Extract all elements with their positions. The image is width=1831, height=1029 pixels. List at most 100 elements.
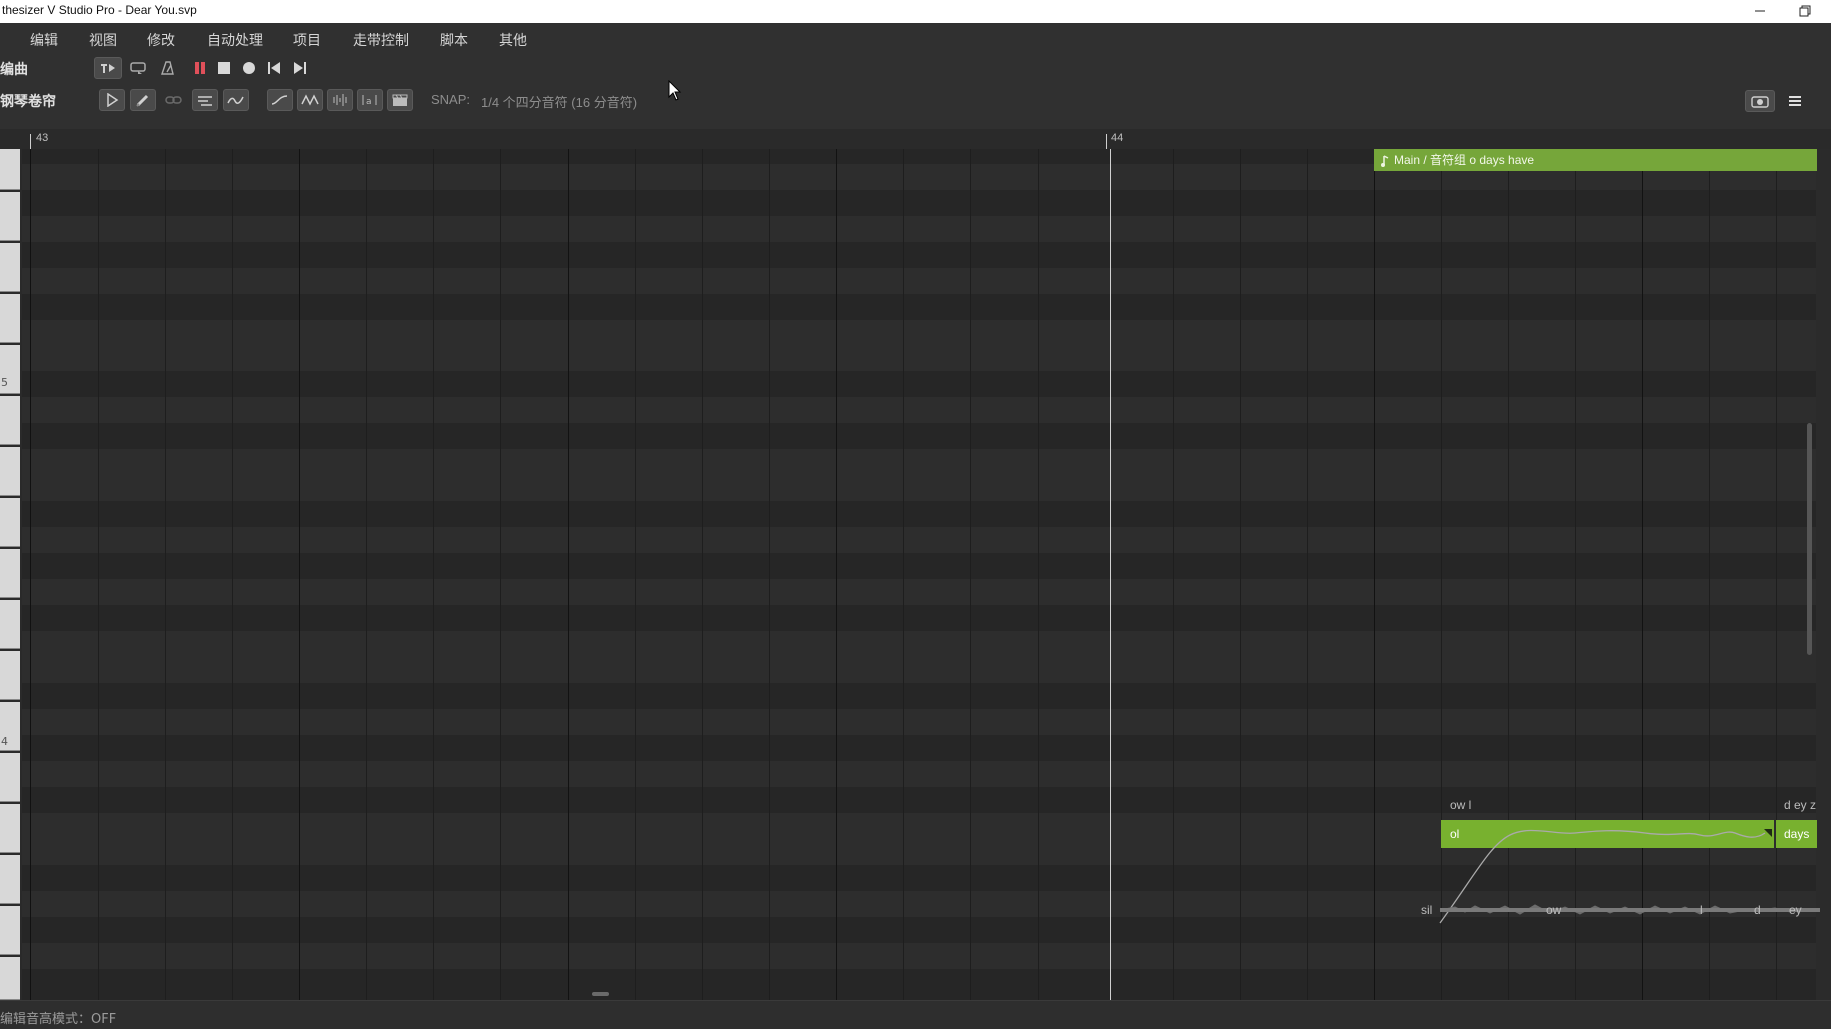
- hamburger-menu-icon[interactable]: [1786, 90, 1804, 112]
- playhead-line[interactable]: [1110, 149, 1111, 1000]
- curve-tool-icon[interactable]: [267, 89, 293, 111]
- piano-key[interactable]: [0, 804, 20, 853]
- vertical-scrollbar[interactable]: [1807, 423, 1812, 655]
- status-bar: 编辑音高模式：OFF: [0, 1000, 1831, 1029]
- menu-project[interactable]: 项目: [293, 30, 321, 50]
- piano-key[interactable]: [0, 906, 20, 955]
- audio-tool-icon[interactable]: [327, 89, 353, 111]
- piano-key[interactable]: [0, 549, 20, 598]
- pitch-lane: [22, 579, 1816, 605]
- lyrics-tool-icon[interactable]: a: [357, 89, 383, 111]
- note-phonemes: ow l: [1450, 798, 1472, 812]
- menu-edit[interactable]: 编辑: [30, 30, 58, 50]
- pitch-lane: [22, 320, 1816, 345]
- pitch-lane: [22, 294, 1816, 320]
- stop-icon[interactable]: [215, 57, 233, 79]
- menu-transport[interactable]: 走带控制: [353, 30, 409, 50]
- octave-label-5: 5: [1, 376, 8, 389]
- menu-view[interactable]: 视图: [89, 30, 117, 50]
- link-tool-icon[interactable]: [161, 89, 187, 111]
- menu-auto-process[interactable]: 自动处理: [207, 30, 263, 50]
- grid-line: [1173, 149, 1174, 1000]
- grid-line: [366, 149, 367, 1000]
- grid-line: [903, 149, 904, 1000]
- play-mode-icon[interactable]: [94, 57, 122, 79]
- pitch-lane: [22, 190, 1816, 216]
- piano-key[interactable]: [0, 447, 20, 496]
- pitch-lane: [22, 657, 1816, 683]
- piano-key[interactable]: [0, 855, 20, 904]
- piano-key[interactable]: [0, 396, 20, 445]
- phoneme-label: ow: [1546, 903, 1562, 917]
- skip-to-end-icon[interactable]: [291, 57, 309, 79]
- beat-line: [568, 149, 569, 1000]
- pitch-lane: [22, 449, 1816, 475]
- bar-number-43: 43: [36, 132, 49, 144]
- octave-label-4: 4: [1, 735, 8, 748]
- grid-line: [769, 149, 770, 1000]
- pitch-lane: [22, 605, 1816, 631]
- piano-key[interactable]: [0, 651, 20, 700]
- pitch-lane: [22, 943, 1816, 969]
- horizontal-scroll-handle[interactable]: [592, 992, 609, 996]
- waveform-track: [1439, 904, 1820, 915]
- pitch-lane: [22, 501, 1816, 527]
- vibrato-tool-icon[interactable]: [223, 89, 249, 111]
- pitch-lane: [22, 787, 1816, 813]
- piano-key[interactable]: [0, 149, 20, 190]
- snap-value[interactable]: 1/4 个四分音符 (16 分音符): [481, 92, 637, 111]
- piano-key[interactable]: [0, 243, 20, 292]
- metronome-icon[interactable]: [155, 57, 179, 79]
- pitch-tool-icon[interactable]: [192, 89, 218, 111]
- piano-key[interactable]: [0, 753, 20, 802]
- menu-modify[interactable]: 修改: [147, 30, 175, 50]
- timeline-ruler[interactable]: 43 44: [0, 129, 1831, 149]
- note-group-header[interactable]: Main / 音符组 o days have: [1374, 149, 1817, 171]
- pitch-lane: [22, 631, 1816, 657]
- note-phonemes: d ey z: [1784, 798, 1817, 812]
- record-icon[interactable]: [240, 57, 258, 79]
- grid-line: [702, 149, 703, 1000]
- pitch-lane: [22, 345, 1816, 371]
- window-title: thesizer V Studio Pro - Dear You.svp: [2, 3, 197, 17]
- piano-key[interactable]: [0, 957, 20, 1000]
- piano-key[interactable]: [0, 600, 20, 649]
- grid-line: [1240, 149, 1241, 1000]
- grid-line: [1038, 149, 1039, 1000]
- piano-keyboard[interactable]: 5 4: [0, 149, 22, 1000]
- pitch-edit-mode-status: 编辑音高模式：OFF: [0, 1012, 117, 1027]
- menu-other[interactable]: 其他: [499, 30, 527, 50]
- pitch-lane: [22, 735, 1816, 761]
- beat-line: [836, 149, 837, 1000]
- pitch-lane: [22, 216, 1816, 242]
- pitch-lane: [22, 553, 1816, 579]
- select-tool-icon[interactable]: [99, 89, 125, 111]
- minimize-icon[interactable]: [1750, 2, 1770, 20]
- skip-to-start-icon[interactable]: [265, 57, 283, 79]
- camera-icon[interactable]: [1745, 90, 1775, 112]
- piano-roll-label: 钢琴卷帘: [0, 94, 56, 110]
- wave-tool-icon[interactable]: [297, 89, 323, 111]
- svg-text:a: a: [366, 97, 372, 107]
- piano-key[interactable]: [0, 192, 20, 241]
- pause-icon[interactable]: [191, 57, 209, 79]
- restore-icon[interactable]: [1795, 2, 1815, 20]
- phoneme-label: l: [1700, 903, 1703, 917]
- pencil-tool-icon[interactable]: [130, 89, 156, 111]
- beat-line: [299, 149, 300, 1000]
- pitch-lane: [22, 527, 1816, 553]
- bar-tick-43: [30, 134, 31, 149]
- note-group-label: Main / 音符组 o days have: [1394, 153, 1535, 167]
- pitch-lane: [22, 709, 1816, 735]
- snap-label: SNAP:: [431, 92, 471, 107]
- piano-key[interactable]: [0, 498, 20, 547]
- menu-scripts[interactable]: 脚本: [440, 30, 468, 50]
- pitch-lane: [22, 423, 1816, 449]
- piano-key[interactable]: [0, 294, 20, 343]
- beat-line: [1374, 149, 1375, 1000]
- clapper-icon[interactable]: [387, 89, 413, 111]
- pitch-lane: [22, 683, 1816, 709]
- grid-line: [500, 149, 501, 1000]
- grid-line: [165, 149, 166, 1000]
- loop-icon[interactable]: [126, 57, 150, 79]
